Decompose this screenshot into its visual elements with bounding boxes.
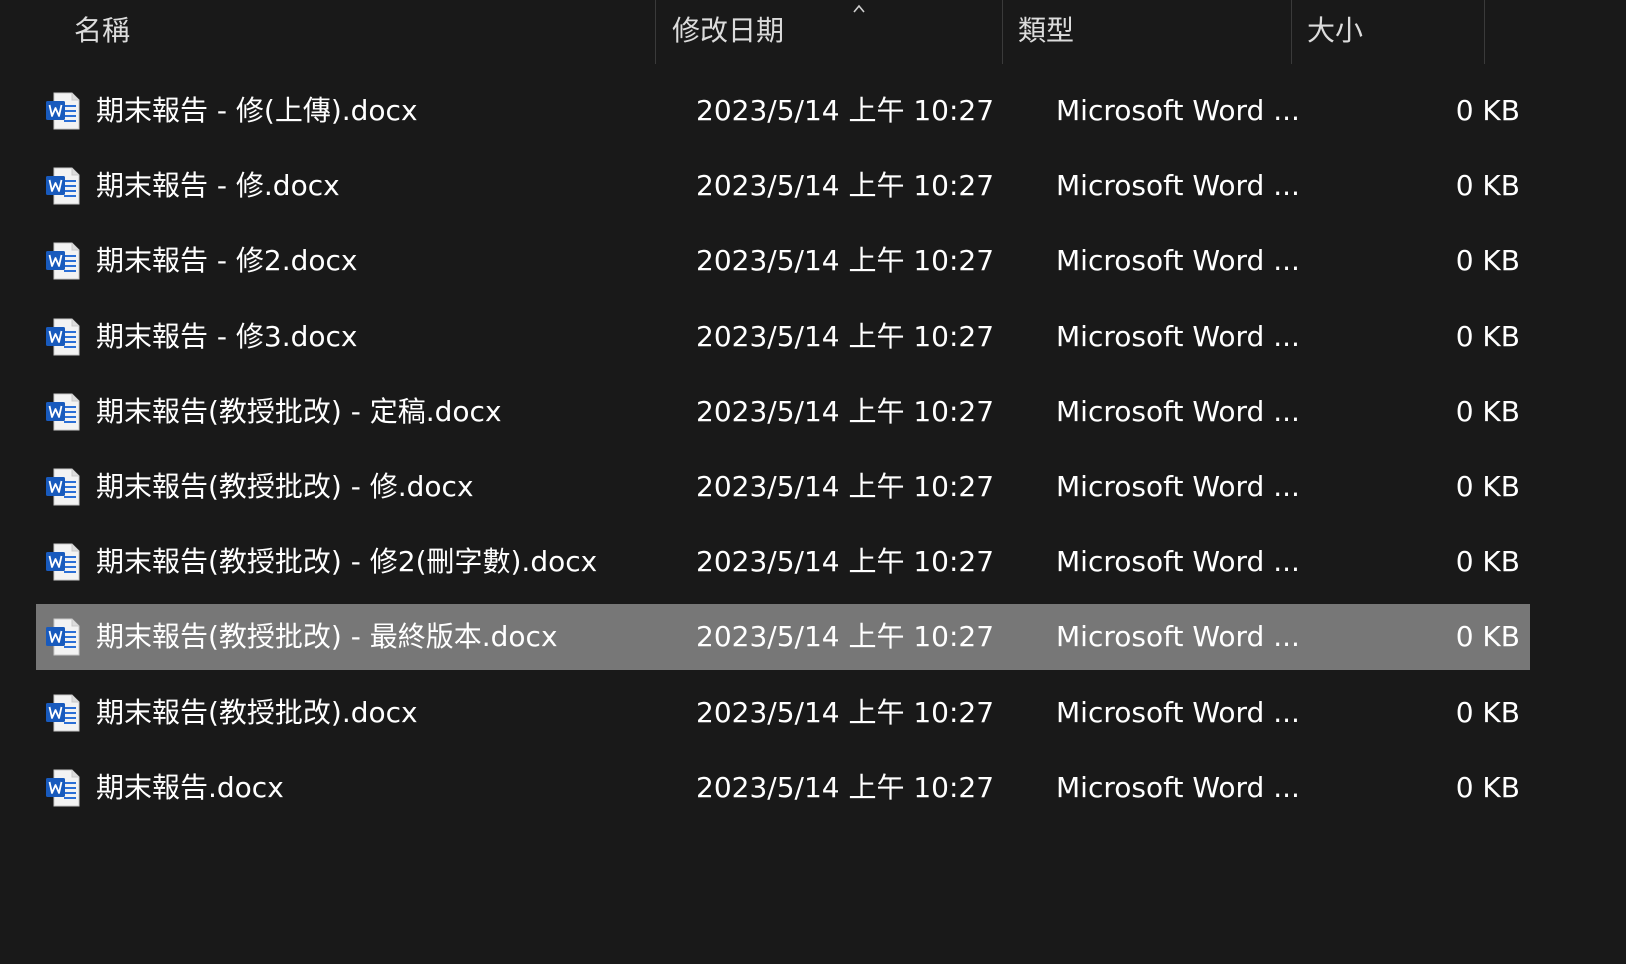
file-size: 0 KB [1455, 394, 1520, 428]
file-size: 0 KB [1455, 620, 1520, 654]
file-size: 0 KB [1455, 470, 1520, 503]
word-document-icon [46, 393, 80, 431]
file-row[interactable]: 期末報告 - 修.docx 2023/5/14 上午 10:27 Microso… [36, 153, 1530, 219]
column-divider[interactable] [1484, 0, 1485, 64]
chevron-up-icon [853, 4, 865, 13]
file-name[interactable]: 期末報告(教授批改) - 修2(刪字數).docx [96, 529, 597, 595]
file-size: 0 KB [1455, 244, 1520, 278]
file-row[interactable]: 期末報告.docx 2023/5/14 上午 10:27 Microsoft W… [36, 755, 1530, 821]
word-document-icon [46, 167, 80, 205]
file-modified-date: 2023/5/14 上午 10:27 [696, 620, 995, 654]
file-name[interactable]: 期末報告(教授批改).docx [96, 680, 418, 746]
file-type: Microsoft Word ... [1056, 470, 1300, 503]
column-divider[interactable] [655, 0, 656, 64]
file-size: 0 KB [1455, 169, 1520, 203]
file-row[interactable]: 期末報告(教授批改) - 定稿.docx 2023/5/14 上午 10:27 … [36, 379, 1530, 445]
file-modified-date: 2023/5/14 上午 10:27 [696, 394, 995, 428]
file-modified-date: 2023/5/14 上午 10:27 [696, 94, 995, 127]
file-size: 0 KB [1455, 94, 1520, 127]
column-divider[interactable] [1002, 0, 1003, 64]
file-type: Microsoft Word ... [1056, 319, 1300, 353]
file-type: Microsoft Word ... [1056, 244, 1300, 278]
file-row[interactable]: 期末報告(教授批改) - 修.docx 2023/5/14 上午 10:27 M… [36, 454, 1530, 520]
file-row[interactable]: 期末報告 - 修3.docx 2023/5/14 上午 10:27 Micros… [36, 304, 1530, 370]
file-modified-date: 2023/5/14 上午 10:27 [696, 319, 995, 353]
file-name[interactable]: 期末報告.docx [96, 755, 284, 821]
file-name[interactable]: 期末報告(教授批改) - 最終版本.docx [96, 604, 558, 670]
column-header-date[interactable]: 修改日期 [672, 0, 784, 62]
file-type: Microsoft Word ... [1056, 169, 1300, 203]
file-type: Microsoft Word ... [1056, 545, 1300, 579]
file-type: Microsoft Word ... [1056, 94, 1300, 127]
word-document-icon [46, 543, 80, 581]
file-row[interactable]: 期末報告(教授批改).docx 2023/5/14 上午 10:27 Micro… [36, 680, 1530, 746]
file-row[interactable]: 期末報告 - 修2.docx 2023/5/14 上午 10:27 Micros… [36, 228, 1530, 294]
file-name[interactable]: 期末報告 - 修2.docx [96, 228, 358, 294]
file-name[interactable]: 期末報告 - 修(上傳).docx [96, 78, 418, 144]
file-name[interactable]: 期末報告(教授批改) - 定稿.docx [96, 379, 502, 445]
column-header-bar: 名稱 修改日期 類型 大小 [0, 0, 1626, 64]
file-modified-date: 2023/5/14 上午 10:27 [696, 695, 995, 729]
word-document-icon [46, 769, 80, 807]
file-row[interactable]: 期末報告 - 修(上傳).docx 2023/5/14 上午 10:27 Mic… [36, 78, 1530, 144]
file-name[interactable]: 期末報告 - 修3.docx [96, 304, 358, 370]
column-header-type[interactable]: 類型 [1018, 0, 1074, 62]
file-name[interactable]: 期末報告(教授批改) - 修.docx [96, 454, 474, 520]
column-divider[interactable] [1291, 0, 1292, 64]
file-type: Microsoft Word ... [1056, 770, 1300, 804]
file-size: 0 KB [1455, 770, 1520, 804]
file-type: Microsoft Word ... [1056, 695, 1300, 729]
file-modified-date: 2023/5/14 上午 10:27 [696, 770, 995, 804]
word-document-icon [46, 92, 80, 130]
word-document-icon [46, 468, 80, 506]
file-modified-date: 2023/5/14 上午 10:27 [696, 169, 995, 203]
file-size: 0 KB [1455, 319, 1520, 353]
column-header-size[interactable]: 大小 [1307, 0, 1363, 62]
column-header-name[interactable]: 名稱 [74, 0, 130, 62]
file-size: 0 KB [1455, 545, 1520, 579]
file-type: Microsoft Word ... [1056, 620, 1300, 654]
word-document-icon [46, 318, 80, 356]
file-name[interactable]: 期末報告 - 修.docx [96, 153, 340, 219]
word-document-icon [46, 694, 80, 732]
file-size: 0 KB [1455, 695, 1520, 729]
file-modified-date: 2023/5/14 上午 10:27 [696, 244, 995, 278]
file-row[interactable]: 期末報告(教授批改) - 最終版本.docx 2023/5/14 上午 10:2… [36, 604, 1530, 671]
word-document-icon [46, 618, 80, 656]
file-type: Microsoft Word ... [1056, 394, 1300, 428]
word-document-icon [46, 242, 80, 280]
file-modified-date: 2023/5/14 上午 10:27 [696, 470, 995, 503]
file-row[interactable]: 期末報告(教授批改) - 修2(刪字數).docx 2023/5/14 上午 1… [36, 529, 1530, 595]
file-modified-date: 2023/5/14 上午 10:27 [696, 545, 995, 579]
